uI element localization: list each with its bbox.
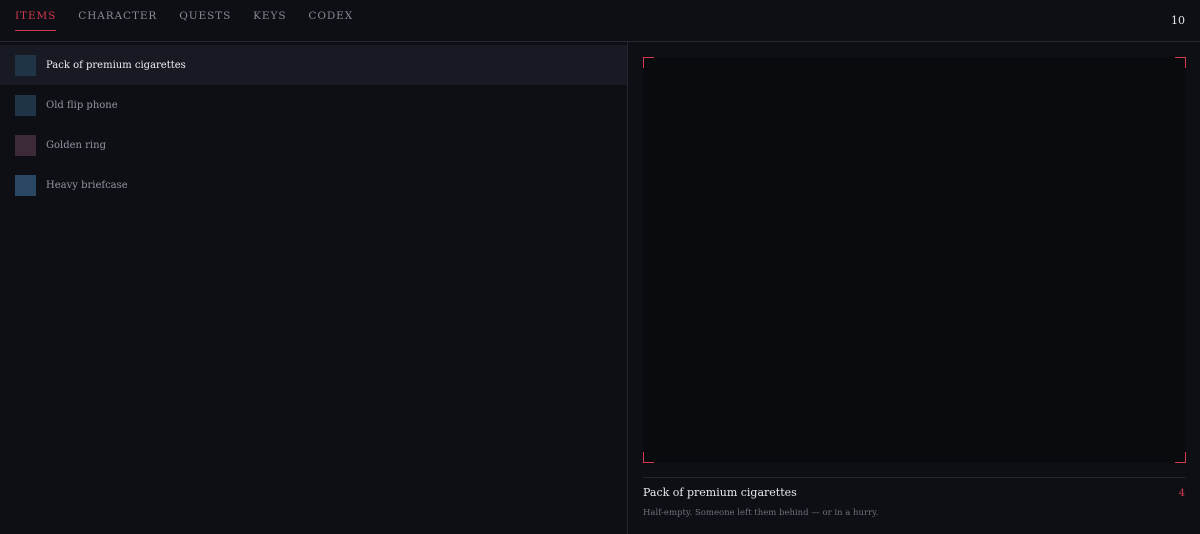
top-navigation-bar: ITEMS CHARACTER QUESTS KEYS CODEX 10 — [0, 0, 1200, 42]
inventory-list: Pack of premium cigarettes Old flip phon… — [0, 42, 628, 534]
item-label: Old flip phone — [46, 99, 118, 111]
item-preview-frame — [643, 57, 1186, 463]
tab-codex[interactable]: CODEX — [308, 0, 353, 32]
item-thumbnail — [15, 54, 36, 76]
item-description: Half-empty. Someone left them behind — o… — [643, 508, 879, 518]
menu-tabs: ITEMS CHARACTER QUESTS KEYS CODEX — [15, 0, 375, 42]
item-quantity: 4 — [1178, 488, 1185, 499]
item-thumbnail — [15, 134, 36, 156]
frame-corner-bottom-right — [1175, 452, 1186, 463]
frame-corner-top-left — [643, 57, 654, 68]
tab-keys[interactable]: KEYS — [253, 0, 286, 32]
tab-quests[interactable]: QUESTS — [179, 0, 231, 32]
item-label: Golden ring — [46, 139, 106, 151]
item-thumbnail — [15, 94, 36, 116]
item-detail-title: Pack of premium cigarettes — [643, 486, 797, 499]
item-label: Pack of premium cigarettes — [46, 59, 186, 71]
inventory-item-flip-phone[interactable]: Old flip phone — [0, 85, 627, 125]
inventory-item-briefcase[interactable]: Heavy briefcase — [0, 165, 627, 205]
item-thumbnail — [15, 174, 36, 196]
frame-corner-bottom-left — [643, 452, 654, 463]
item-label: Heavy briefcase — [46, 179, 128, 191]
inventory-item-cigarettes[interactable]: Pack of premium cigarettes — [0, 45, 627, 85]
header-counter: 10 — [1171, 14, 1185, 27]
inventory-item-golden-ring[interactable]: Golden ring — [0, 125, 627, 165]
tab-character[interactable]: CHARACTER — [78, 0, 157, 32]
frame-corner-top-right — [1175, 57, 1186, 68]
detail-divider — [643, 477, 1186, 478]
tab-items[interactable]: ITEMS — [15, 0, 57, 32]
